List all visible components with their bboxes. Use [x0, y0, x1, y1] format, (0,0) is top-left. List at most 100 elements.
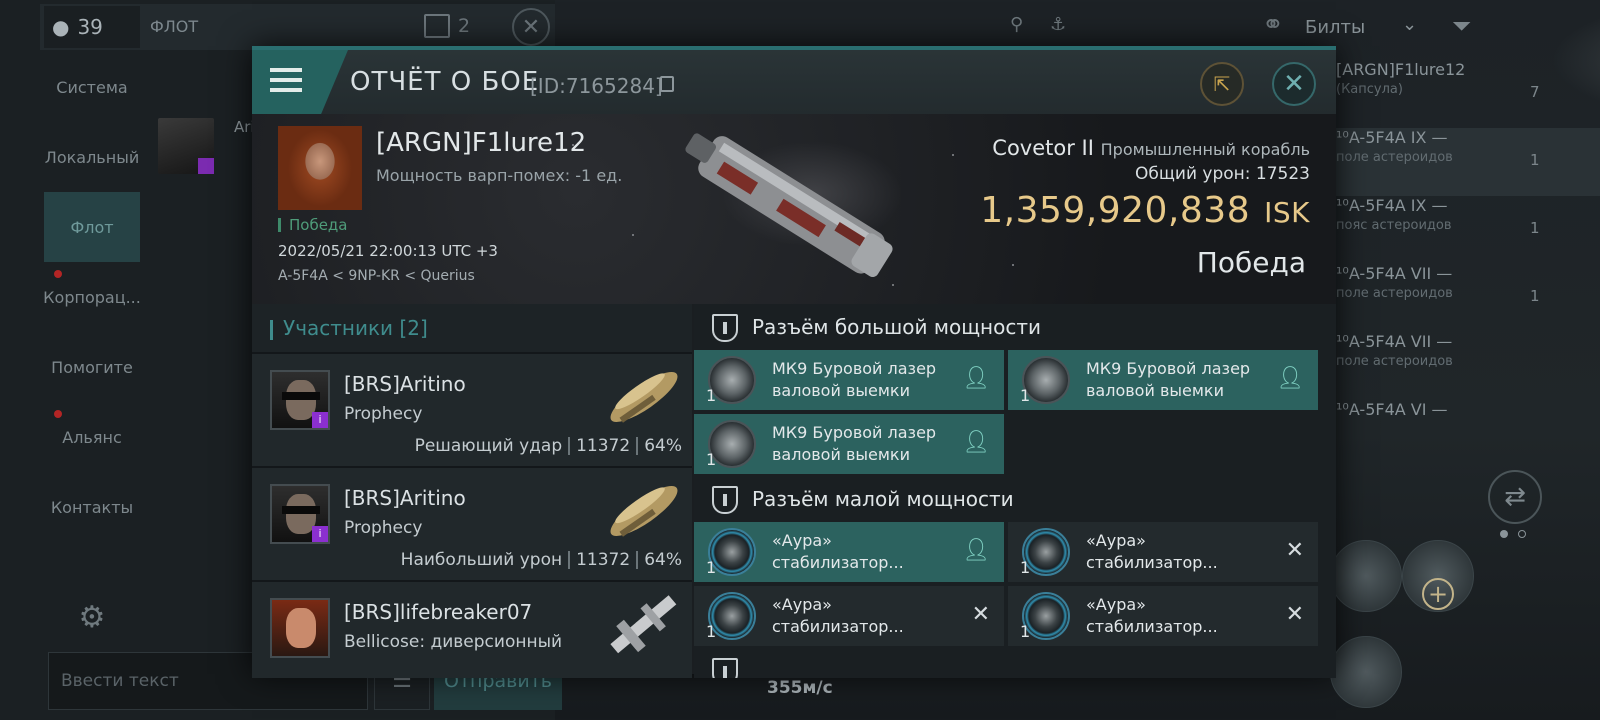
module-item[interactable]: 1 МК9 Буровой лазер валовой выемки 👤︎ [694, 350, 1004, 410]
avatar [270, 598, 330, 658]
combat-report-dialog: ОТЧЁТ О БОЕ [ID:7165284] ⇱ ✕ [ARGN]F1lur… [252, 46, 1336, 678]
filter-icon[interactable]: ⏷ [1452, 12, 1471, 40]
anchor-icon[interactable]: ⚓ [1050, 14, 1066, 35]
participant-stats: Решающий удар 11372 64% [415, 436, 682, 456]
overview-item[interactable]: [ARGN]F1lure12 (Капсула) 7 [1330, 60, 1600, 128]
speed-readout: 355м/с [767, 678, 833, 698]
participant-name: [BRS]Aritino [344, 372, 466, 396]
close-button[interactable]: ✕ [1272, 62, 1316, 106]
victim-ship-name[interactable]: Covetor II Промышленный корабль [992, 136, 1310, 160]
participant-percent: 64% [644, 550, 682, 570]
builds-dropdown[interactable]: Билты [1305, 17, 1365, 38]
destroyed-icon: ✕ [971, 602, 990, 627]
victim-portrait[interactable] [278, 126, 362, 210]
drone-icon[interactable]: ⚲ [1010, 14, 1023, 35]
module-button[interactable] [1330, 540, 1402, 612]
external-link-icon: ⇱ [1213, 72, 1231, 96]
channel-count: 2 [458, 15, 471, 37]
module-item[interactable]: 1 МК9 Буровой лазер валовой выемки 👤︎ [1008, 350, 1318, 410]
high-slot-header: Разъём большой мощности [694, 304, 1336, 350]
participant-name: [BRS]Aritino [344, 486, 466, 510]
participant-name: [BRS]lifebreaker07 [344, 600, 533, 624]
module-name: «Аура» стабилизатор... [772, 531, 904, 572]
ship-name: Covetor II [992, 136, 1094, 160]
person-icon: 👤︎ [962, 430, 990, 455]
slot-label: Разъём большой мощности [752, 315, 1041, 339]
fleet-member-count[interactable]: ● 39 [44, 6, 140, 48]
participant-role: Наибольший урон [400, 550, 563, 570]
module-item[interactable]: 1 «Аура» стабилизатор... ✕ [694, 586, 1004, 646]
page-indicator [1518, 530, 1526, 538]
channel-tab-fleet[interactable]: Флот [44, 192, 140, 262]
total-damage-label: Общий урон: [1135, 164, 1251, 184]
channel-tab-contacts[interactable]: Контакты [44, 472, 140, 542]
overview-item-sub: пояс астероидов [1336, 218, 1452, 233]
overview-item-name: ¹⁰A-5F4A VI — [1336, 400, 1448, 419]
share-button[interactable]: ⇱ [1200, 62, 1244, 106]
module-item[interactable]: 1 «Аура» стабилизатор... ✕ [1008, 522, 1318, 582]
copy-icon[interactable] [660, 76, 674, 92]
module-name: «Аура» стабилизатор... [772, 595, 904, 636]
participant-ship: Prophecy [344, 404, 423, 424]
kill-location: A-5F4A < 9NP-KR < Querius [278, 268, 475, 284]
outcome-label: Победа [1196, 246, 1306, 279]
alert-dot [54, 410, 62, 418]
module-name: МК9 Буровой лазер валовой выемки [772, 423, 937, 464]
dialog-header: ОТЧЁТ О БОЕ [ID:7165284] ⇱ ✕ [252, 50, 1336, 114]
overview-item-name: ¹⁰A-5F4A IX — [1336, 128, 1448, 147]
module-item[interactable]: 1 МК9 Буровой лазер валовой выемки 👤︎ [694, 414, 1004, 474]
channel-label: Помогите [51, 357, 133, 377]
hamburger-icon [270, 68, 302, 94]
chat-close-button[interactable]: ✕ [512, 8, 550, 46]
close-icon: ✕ [521, 14, 541, 40]
overview-list: [ARGN]F1lure12 (Капсула) 7 ¹⁰A-5F4A IX —… [1330, 60, 1600, 468]
channel-tab-alliance[interactable]: Альянс [44, 402, 140, 472]
overview-item[interactable]: ¹⁰A-5F4A VII — поле астероидов 1 [1330, 264, 1600, 332]
participant-role: Решающий удар [414, 436, 563, 456]
channel-tab-help[interactable]: Помогите [44, 332, 140, 402]
person-icon: 👤︎ [962, 538, 990, 563]
module-name: МК9 Буровой лазер валовой выемки [1086, 359, 1251, 400]
member-count: 39 [77, 15, 103, 39]
overview-item-name: ¹⁰A-5F4A VII — [1336, 264, 1453, 283]
total-damage-value: 17523 [1255, 164, 1310, 184]
channels-icon[interactable] [424, 14, 450, 38]
overview-item[interactable]: ¹⁰A-5F4A IX — пояс астероидов 1 [1330, 196, 1600, 264]
participants-label: Участники [283, 316, 394, 340]
menu-button[interactable] [252, 50, 348, 114]
participants-header: Участники [2] [252, 304, 692, 352]
module-rack [1290, 540, 1600, 720]
participant-row[interactable]: i [BRS]Aritino Prophecy Наибольший урон 1… [252, 466, 692, 580]
add-module-icon[interactable]: + [1422, 578, 1454, 610]
builds-icon[interactable]: ⚭ [1262, 10, 1284, 40]
swap-icon[interactable]: ⇄ [1488, 470, 1542, 524]
victim-name[interactable]: [ARGN]F1lure12 [376, 128, 586, 158]
participant-ship-image [610, 486, 678, 537]
module-qty: 1 [706, 558, 717, 577]
overview-item[interactable]: ¹⁰A-5F4A IX — поле астероидов 1 [1330, 128, 1600, 196]
victim-panel: [ARGN]F1lure12 Мощность варп-помех: -1 е… [252, 114, 1336, 304]
module-item[interactable]: 1 «Аура» стабилизатор... 👤︎ [694, 522, 1004, 582]
overview-item[interactable]: ¹⁰A-5F4A VII — поле астероидов [1330, 332, 1600, 400]
participant-row[interactable]: i [BRS]Aritino Prophecy Решающий удар 113… [252, 352, 692, 466]
module-name: «Аура» стабилизатор... [1086, 595, 1218, 636]
role-badge [198, 158, 214, 174]
module-button[interactable] [1330, 636, 1402, 708]
overview-item-count: 1 [1530, 219, 1540, 237]
participants-panel: Участники [2] i [BRS]Aritino Prophecy Ре… [252, 304, 692, 678]
module-name: МК9 Буровой лазер валовой выемки [772, 359, 937, 400]
overview-item-name: [ARGN]F1lure12 [1336, 60, 1466, 79]
role-badge: i [312, 526, 328, 542]
channel-tab-system[interactable]: Система [44, 52, 140, 122]
channel-tab-local[interactable]: Локальный [44, 122, 140, 192]
channel-tab-corporation[interactable]: Корпорац... [43, 262, 141, 332]
gear-icon[interactable]: ⚙ [72, 598, 112, 638]
shield-icon [712, 486, 738, 514]
participant-row[interactable]: [BRS]lifebreaker07 Bellicose: диверсионн… [252, 580, 692, 678]
overview-item[interactable]: ¹⁰A-5F4A VI — [1330, 400, 1600, 468]
fleet-member[interactable]: Ari [152, 118, 255, 178]
total-damage: Общий урон: 17523 [1135, 164, 1310, 184]
module-name: «Аура» стабилизатор... [1086, 531, 1218, 572]
chevron-down-icon[interactable]: ⌄ [1402, 14, 1417, 35]
module-item[interactable]: 1 «Аура» стабилизатор... ✕ [1008, 586, 1318, 646]
